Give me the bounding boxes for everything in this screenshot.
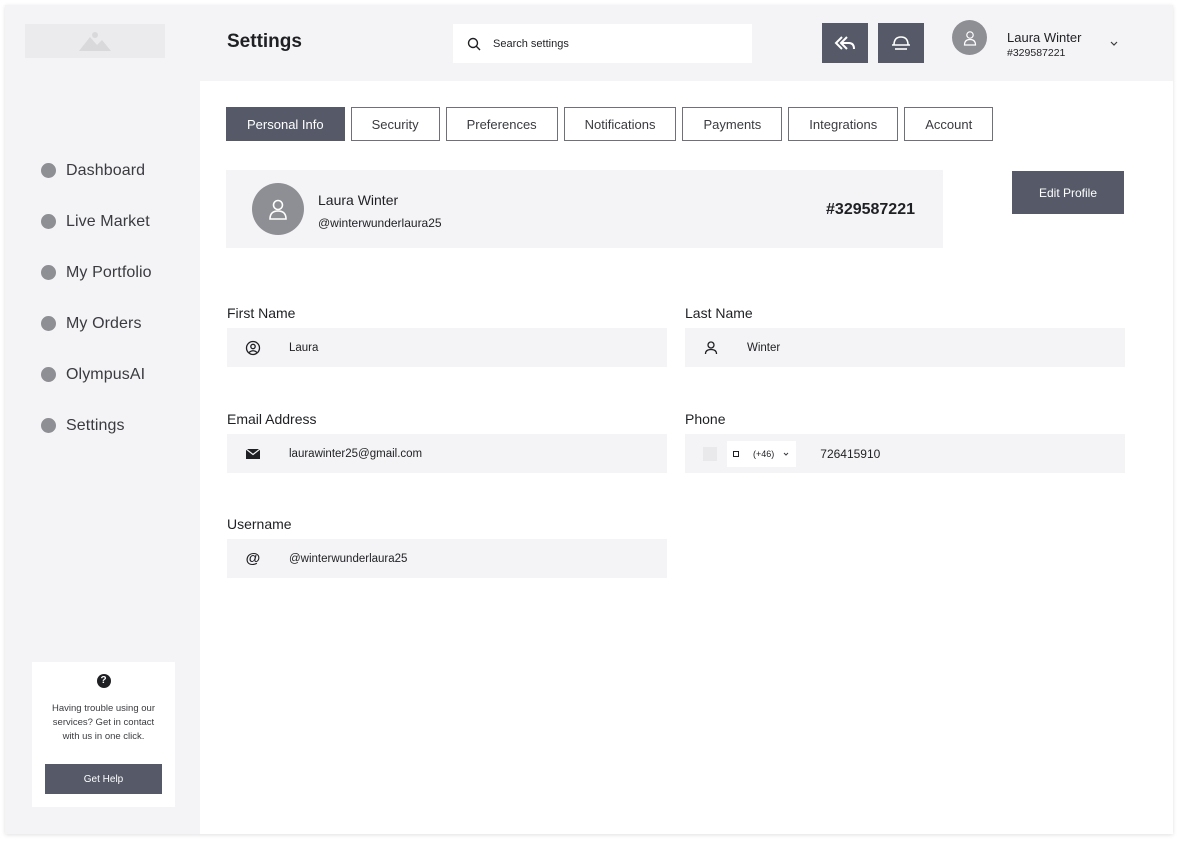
sidebar-item-label: Live Market <box>66 212 150 230</box>
user-icon <box>963 30 976 46</box>
mail-icon <box>245 446 261 462</box>
notifications-button[interactable] <box>878 23 924 63</box>
chevron-down-icon <box>783 452 789 456</box>
sidebar-item-label: OlympusAI <box>66 365 146 383</box>
user-id: #329587221 <box>1007 47 1066 59</box>
page-title: Settings <box>227 31 302 52</box>
nav-dot-icon <box>41 214 56 229</box>
sidebar-item-my-orders[interactable]: My Orders <box>41 298 152 349</box>
tab-account[interactable]: Account <box>904 107 994 141</box>
last-name-field <box>685 328 1125 367</box>
chevron-down-icon <box>1110 41 1118 46</box>
sidebar-item-settings[interactable]: Settings <box>41 400 152 451</box>
tab-security[interactable]: Security <box>350 107 440 141</box>
first-name-label: First Name <box>227 305 296 321</box>
nav-dot-icon <box>41 367 56 382</box>
search-input[interactable] <box>493 37 723 50</box>
last-name-label: Last Name <box>685 305 753 321</box>
tab-notifications[interactable]: Notifications <box>563 107 677 141</box>
logo-placeholder <box>25 24 165 58</box>
nav-dot-icon <box>41 316 56 331</box>
profile-avatar <box>252 183 304 235</box>
username-field: @ <box>227 539 667 578</box>
reply-all-button[interactable] <box>822 23 868 63</box>
username-input[interactable] <box>289 552 629 565</box>
email-input[interactable] <box>289 447 629 460</box>
nav-dot-icon <box>41 163 56 178</box>
nav-dot-icon <box>41 418 56 433</box>
app-window: Dashboard Live Market My Portfolio My Or… <box>5 5 1173 834</box>
flag-small-icon <box>733 450 739 457</box>
dome-icon <box>892 36 910 50</box>
tab-payments[interactable]: Payments <box>682 107 783 141</box>
phone-label: Phone <box>685 411 726 427</box>
sidebar-item-live-market[interactable]: Live Market <box>41 196 152 247</box>
sidebar-item-label: My Portfolio <box>66 263 152 281</box>
settings-tabs: Personal Info Security Preferences Notif… <box>226 107 999 141</box>
tab-preferences[interactable]: Preferences <box>445 107 558 141</box>
profile-id: #329587221 <box>826 201 915 218</box>
help-text: Having trouble using our services? Get i… <box>52 703 155 742</box>
search-icon <box>467 37 481 50</box>
nav-dot-icon <box>41 265 56 280</box>
user-circle-icon <box>245 340 261 356</box>
sidebar-item-my-portfolio[interactable]: My Portfolio <box>41 247 152 298</box>
sidebar-item-label: Settings <box>66 416 125 434</box>
username-label: Username <box>227 516 292 532</box>
sidebar-item-dashboard[interactable]: Dashboard <box>41 145 152 196</box>
edit-profile-button[interactable]: Edit Profile <box>1012 171 1124 214</box>
phone-field: (+46) <box>685 434 1125 473</box>
reply-all-icon <box>834 36 855 50</box>
country-code-value: (+46) <box>753 448 775 459</box>
user-icon <box>269 199 287 220</box>
country-code-select[interactable]: (+46) <box>727 440 797 467</box>
sidebar-item-label: Dashboard <box>66 161 146 179</box>
main-panel: Personal Info Security Preferences Notif… <box>200 81 1173 834</box>
question-icon: ? <box>96 674 111 688</box>
last-name-input[interactable] <box>747 341 1087 354</box>
search-bar <box>453 24 752 63</box>
avatar <box>952 20 987 55</box>
at-sign-icon: @ <box>245 550 261 567</box>
get-help-button[interactable]: Get Help <box>45 764 162 794</box>
email-label: Email Address <box>227 411 317 427</box>
image-icon <box>79 32 111 51</box>
email-field <box>227 434 667 473</box>
help-card: ? Having trouble using our services? Get… <box>32 662 175 807</box>
sidebar-item-label: My Orders <box>66 314 142 332</box>
first-name-input[interactable] <box>289 341 629 354</box>
user-icon <box>703 340 719 356</box>
first-name-field <box>227 328 667 367</box>
profile-name: Laura Winter <box>318 192 399 208</box>
profile-handle: @winterwunderlaura25 <box>318 216 442 230</box>
user-name: Laura Winter <box>1007 30 1082 45</box>
sidebar-nav: Dashboard Live Market My Portfolio My Or… <box>41 145 152 451</box>
profile-card: Laura Winter @winterwunderlaura25 #32958… <box>226 170 943 248</box>
tab-personal-info[interactable]: Personal Info <box>226 107 345 141</box>
phone-input[interactable] <box>820 446 1021 461</box>
sidebar-item-olympusai[interactable]: OlympusAI <box>41 349 152 400</box>
flag-icon <box>703 446 717 461</box>
user-menu[interactable]: Laura Winter #329587221 <box>952 20 1152 70</box>
tab-integrations[interactable]: Integrations <box>788 107 899 141</box>
